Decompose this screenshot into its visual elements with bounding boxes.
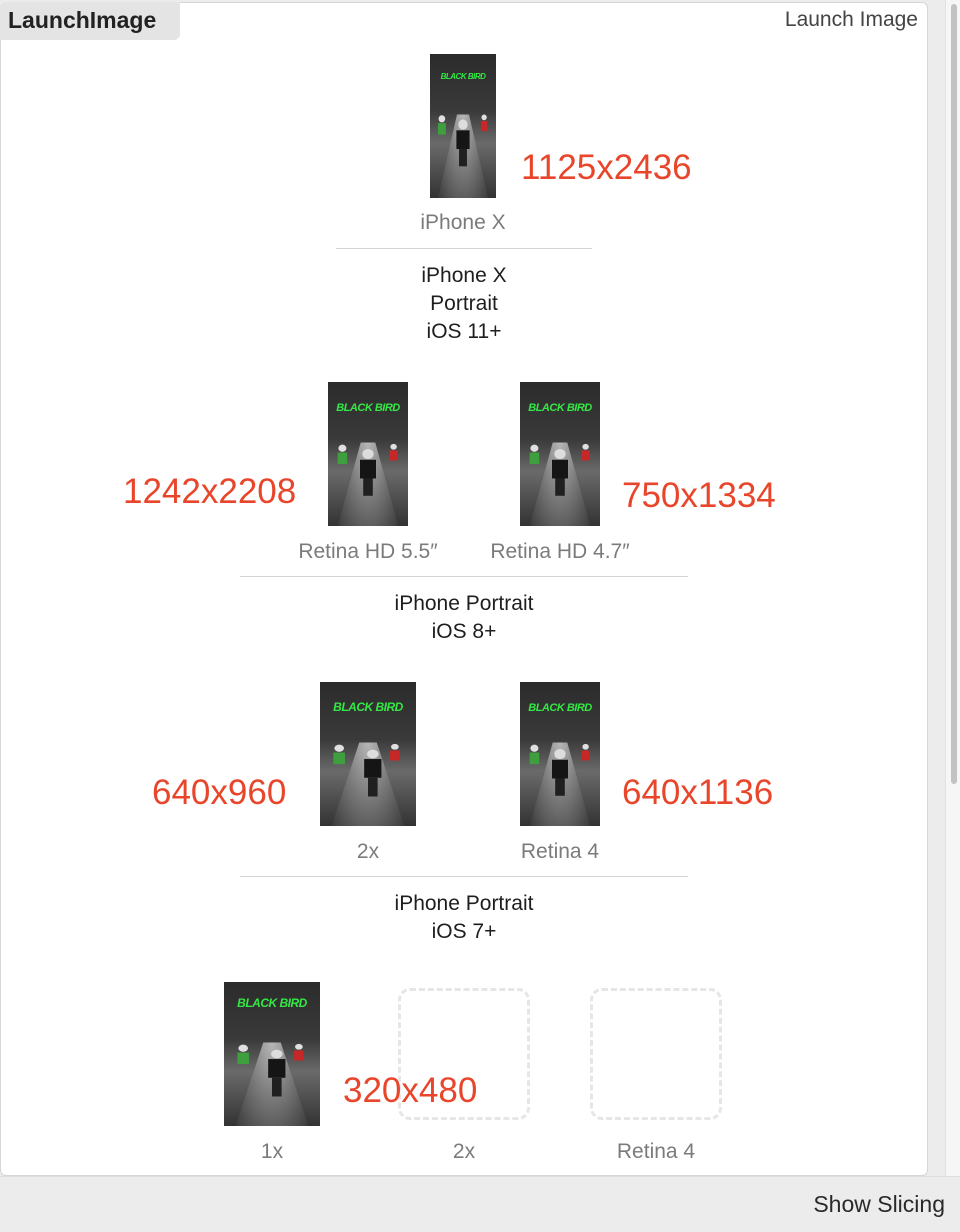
launch-image-slot-1x[interactable]: BLACK BIRD — [224, 982, 320, 1126]
launch-image-slot-2x[interactable]: BLACK BIRD — [320, 682, 416, 826]
slot-caption-retina-hd-4-7: Retina HD 4.7″ — [490, 540, 630, 563]
launch-image-slot-retina-hd-5-5[interactable]: BLACK BIRD — [328, 382, 408, 526]
slot-caption-iphone-x: iPhone X — [420, 211, 506, 234]
slot-caption-retina-4: Retina 4 — [520, 840, 600, 863]
section-title-iphone-portrait-ios8: iPhone Portrait iOS 8+ — [394, 592, 534, 643]
show-slicing-button[interactable]: Show Slicing — [813, 1191, 945, 1218]
slot-caption-2x: 2x — [356, 840, 380, 863]
cyclist-icon — [529, 743, 590, 796]
slot-caption-empty-2x: 2x — [452, 1140, 476, 1163]
cyclist-icon — [337, 443, 398, 496]
size-label-retina-hd-4-7: 750x1334 — [622, 476, 776, 515]
size-label-1x: 320x480 — [343, 1071, 478, 1110]
cyclist-icon — [333, 743, 400, 797]
launch-image-slot-retina-4[interactable]: BLACK BIRD — [520, 682, 600, 826]
image-set-type-label: Launch Image — [784, 8, 918, 31]
launch-image-slot-retina-hd-4-7[interactable]: BLACK BIRD — [520, 382, 600, 526]
slot-caption-1x: 1x — [260, 1140, 284, 1163]
scrollbar-thumb[interactable] — [951, 4, 957, 784]
section-title-iphone-portrait-ios7: iPhone Portrait iOS 7+ — [394, 892, 534, 943]
empty-launch-image-slot-retina-4[interactable] — [590, 988, 722, 1120]
cyclist-icon — [437, 114, 488, 167]
vertical-scrollbar[interactable] — [945, 0, 960, 1176]
section-divider — [336, 248, 592, 249]
cyclist-icon — [237, 1043, 304, 1097]
size-label-iphone-x: 1125x2436 — [521, 148, 692, 187]
section-divider — [240, 876, 688, 877]
cyclist-icon — [529, 443, 590, 496]
section-divider — [240, 576, 688, 577]
bottom-bar: Show Slicing — [0, 1176, 960, 1232]
image-set-name[interactable]: LaunchImage — [0, 2, 180, 40]
size-label-retina-4: 640x1136 — [622, 773, 774, 812]
size-label-2x: 640x960 — [152, 773, 287, 812]
section-title-iphone-x: iPhone X Portrait iOS 11+ — [421, 264, 507, 343]
launch-image-slot-iphone-x[interactable]: BLACK BIRD — [430, 54, 496, 198]
size-label-retina-hd-5-5: 1242x2208 — [123, 472, 297, 511]
slot-caption-empty-retina-4: Retina 4 — [616, 1140, 696, 1163]
slot-caption-retina-hd-5-5: Retina HD 5.5″ — [298, 540, 438, 563]
